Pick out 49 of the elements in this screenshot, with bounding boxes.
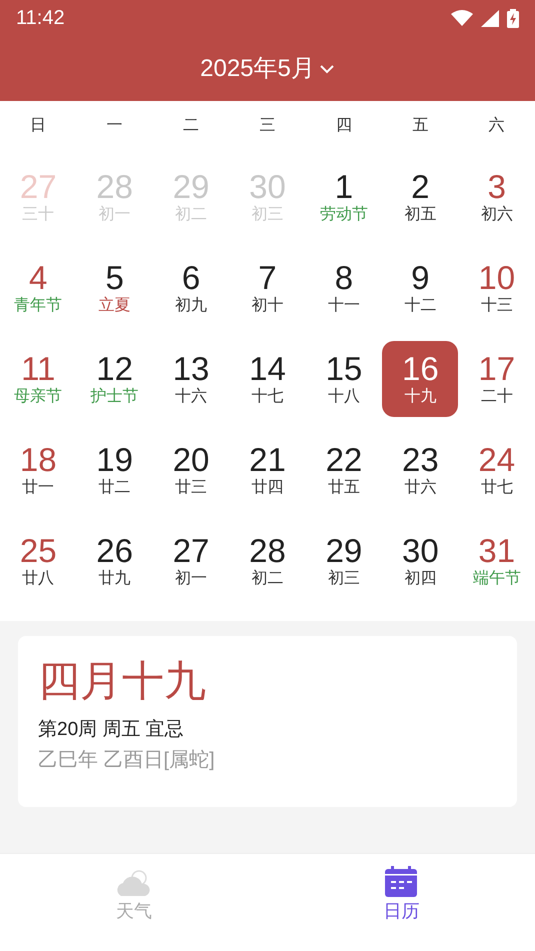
nav-tab[interactable]: 日历 bbox=[268, 854, 535, 943]
weekday-label: 六 bbox=[488, 117, 505, 134]
calendar-day[interactable]: 13 十六 bbox=[153, 340, 230, 416]
lunar-date: 四月十九 bbox=[38, 657, 206, 704]
calendar-day[interactable]: 25 廿八 bbox=[0, 522, 76, 598]
calendar-icon bbox=[384, 866, 418, 898]
weekday-label: 二 bbox=[183, 117, 200, 134]
weekday-label: 三 bbox=[259, 117, 276, 134]
calendar-day[interactable]: 22 廿五 bbox=[306, 432, 382, 508]
chevron-down-icon bbox=[318, 64, 335, 74]
calendar-day[interactable]: 24 廿七 bbox=[458, 432, 535, 508]
calendar-day[interactable]: 30 初四 bbox=[382, 522, 458, 598]
calendar-day[interactable]: 5 立夏 bbox=[76, 250, 153, 326]
status-time: 11:42 bbox=[16, 6, 65, 31]
calendar-day[interactable]: 2 初五 bbox=[382, 158, 458, 234]
calendar-day[interactable]: 17 二十 bbox=[458, 340, 535, 416]
calendar-day[interactable]: 19 廿二 bbox=[76, 432, 153, 508]
battery-icon bbox=[507, 8, 519, 28]
calendar-day[interactable]: 1 劳动节 bbox=[306, 158, 382, 234]
weekday-label: 四 bbox=[336, 117, 352, 134]
calendar-day[interactable]: 7 初十 bbox=[229, 250, 306, 326]
wifi-icon bbox=[451, 10, 473, 26]
calendar-day[interactable]: 14 十七 bbox=[229, 340, 306, 416]
calendar-day[interactable]: 27 初一 bbox=[153, 522, 230, 598]
weekday-label: 一 bbox=[106, 117, 123, 134]
calendar-day[interactable]: 11 母亲节 bbox=[0, 340, 76, 416]
calendar-day[interactable]: 28 初二 bbox=[229, 522, 306, 598]
calendar-day[interactable]: 21 廿四 bbox=[229, 432, 306, 508]
weekday-label: 五 bbox=[412, 117, 428, 134]
calendar-day[interactable]: 4 青年节 bbox=[0, 250, 76, 326]
calendar-day[interactable]: 16 十九 bbox=[382, 340, 458, 416]
calendar-day[interactable]: 20 廿三 bbox=[153, 432, 230, 508]
week-info: 第20周 周五 宜忌 bbox=[38, 719, 184, 740]
month-picker[interactable]: 2025年5月 bbox=[194, 50, 341, 88]
signal-icon bbox=[481, 10, 499, 26]
calendar-day[interactable]: 29 初三 bbox=[306, 522, 382, 598]
calendar-day[interactable]: 31 端午节 bbox=[458, 522, 535, 598]
calendar-day[interactable]: 18 廿一 bbox=[0, 432, 76, 508]
calendar-day[interactable]: 3 初六 bbox=[458, 158, 535, 234]
calendar-day[interactable]: 6 初九 bbox=[153, 250, 230, 326]
calendar-day[interactable]: 8 十一 bbox=[306, 250, 382, 326]
calendar-day[interactable]: 12 护士节 bbox=[76, 340, 153, 416]
ganzhi-text: 乙巳年 乙酉日[属蛇] bbox=[38, 748, 215, 771]
calendar-day[interactable]: 9 十二 bbox=[382, 250, 458, 326]
calendar-day[interactable]: 10 十三 bbox=[458, 250, 535, 326]
calendar-day[interactable]: 15 十八 bbox=[306, 340, 382, 416]
calendar-day[interactable]: 26 廿九 bbox=[76, 522, 153, 598]
weekday-label: 日 bbox=[30, 117, 46, 134]
calendar-day[interactable]: 23 廿六 bbox=[382, 432, 458, 508]
